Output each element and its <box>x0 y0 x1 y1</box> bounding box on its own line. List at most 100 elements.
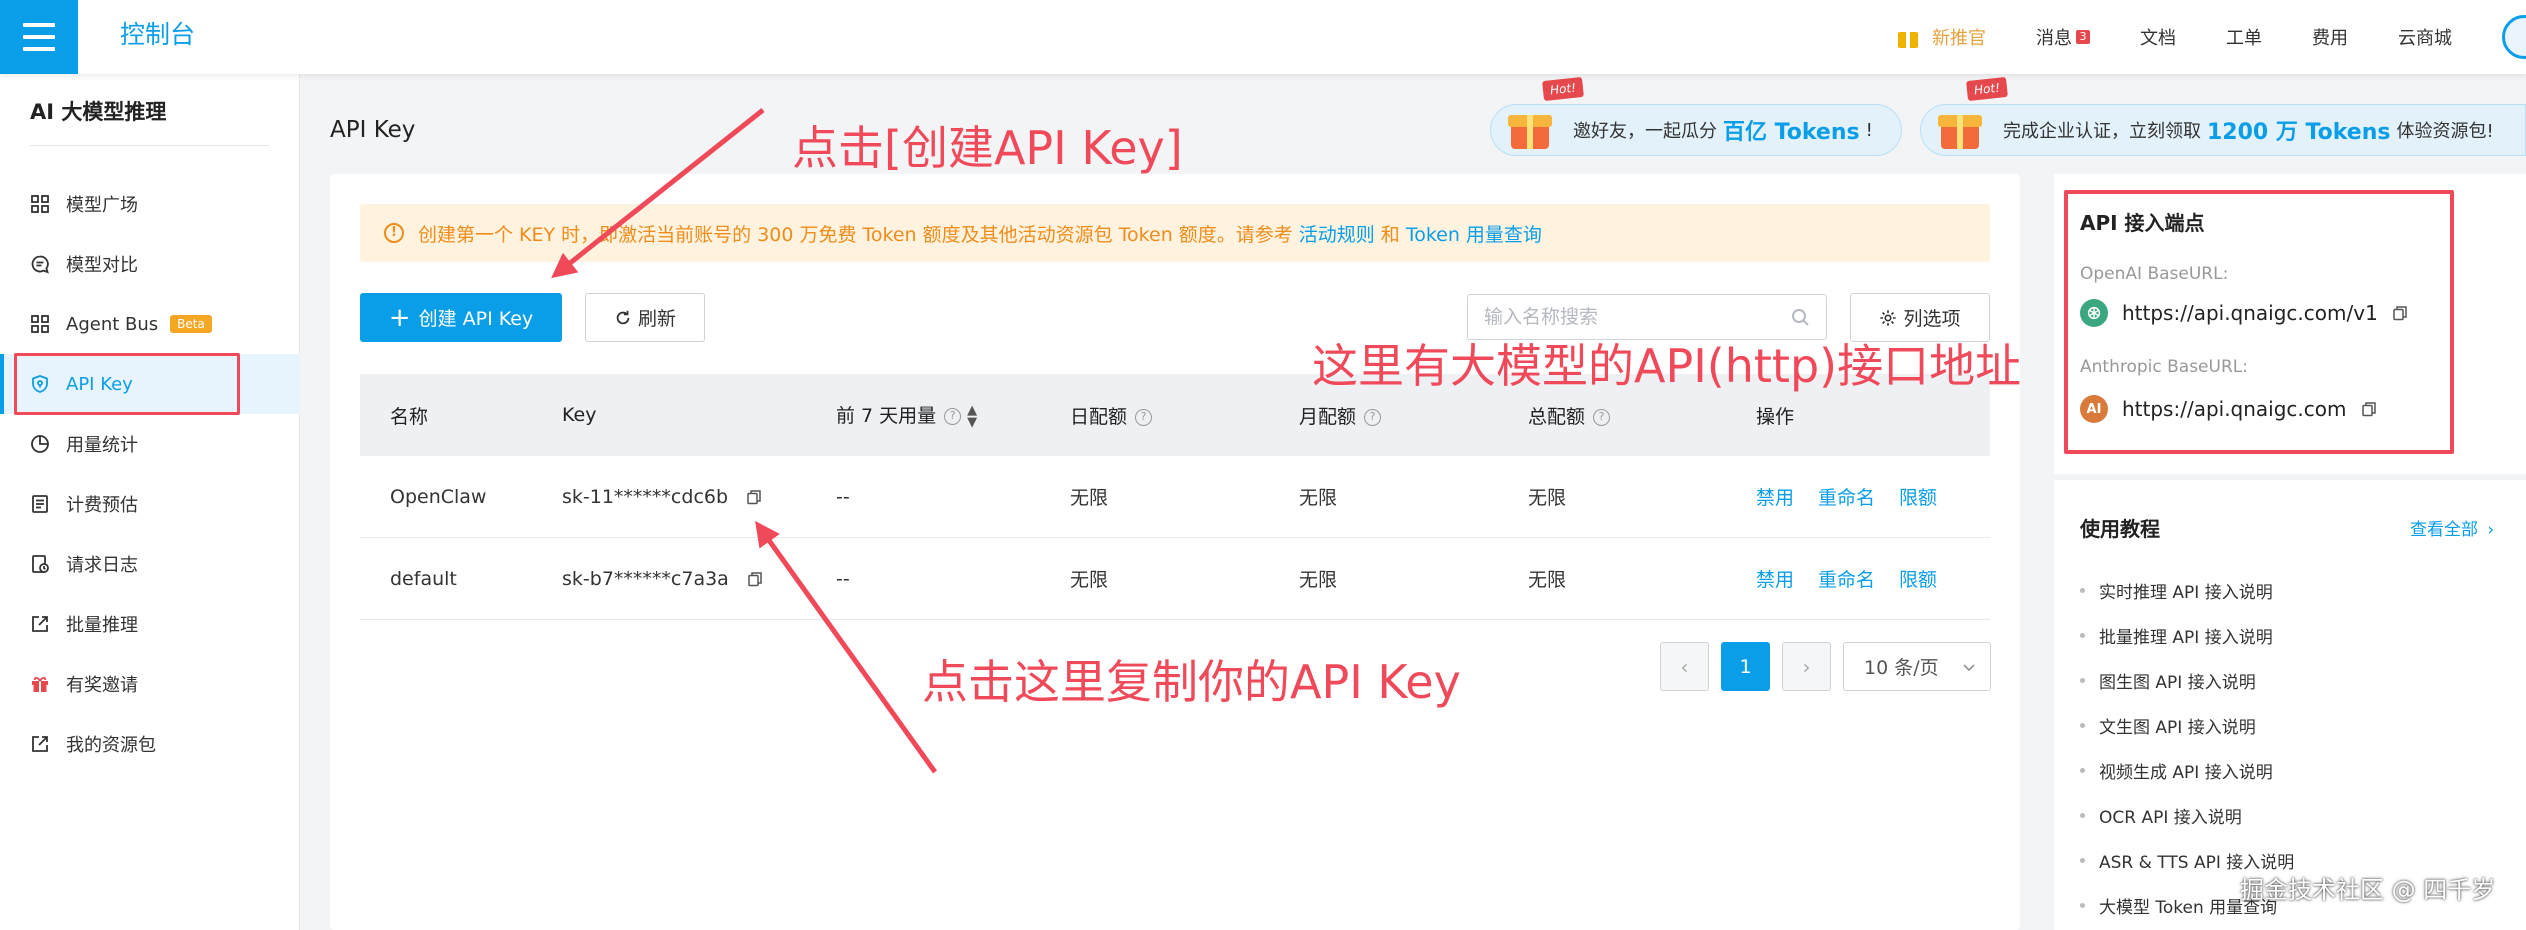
copy-icon[interactable] <box>2392 305 2408 321</box>
copy-icon[interactable] <box>2361 401 2377 417</box>
promo-enterprise-banner[interactable]: Hot! 完成企业认证，立刻领取 1200 万 Tokens 体验资源包! <box>1920 76 2526 156</box>
nav-messages[interactable]: 消息 3 <box>2036 24 2090 50</box>
create-api-key-button[interactable]: + 创建 API Key <box>360 293 562 342</box>
notice-banner: ! 创建第一个 KEY 时，即激活当前账号的 300 万免费 Token 额度及… <box>360 204 1990 262</box>
copy-icon[interactable] <box>747 571 763 587</box>
activity-rules-link[interactable]: 活动规则 <box>1299 220 1375 247</box>
sidebar-item-model-compare[interactable]: 模型对比 <box>0 234 300 294</box>
sidebar-item-referral-reward[interactable]: 有奖邀请 <box>0 654 300 714</box>
brand-title[interactable]: 控制台 <box>120 18 195 52</box>
table-row: default sk-b7******c7a3a -- 无限 无限 无限 禁用 重… <box>360 538 1990 620</box>
refresh-button[interactable]: 刷新 <box>585 293 705 342</box>
nav-tickets[interactable]: 工单 <box>2226 24 2262 50</box>
help-icon[interactable]: ? <box>1593 408 1611 426</box>
tutorial-link[interactable]: 批量推理 API 接入说明 <box>2080 613 2294 658</box>
document-icon <box>32 495 48 513</box>
key-name: OpenClaw <box>390 485 487 508</box>
total-quota-value: 无限 <box>1528 569 1567 591</box>
col-header-daily: 日配额? <box>1070 402 1153 429</box>
grid-icon <box>31 195 49 213</box>
endpoint-title: API 接入端点 <box>2080 211 2205 235</box>
sidebar: AI 大模型推理 模型广场 模型对比 Agent Bus Beta API Ke… <box>0 74 300 930</box>
help-icon[interactable]: ? <box>1364 408 1382 426</box>
clock-icon <box>32 555 49 573</box>
shield-icon <box>32 375 48 393</box>
nav-billing[interactable]: 费用 <box>2312 24 2348 50</box>
view-all-link[interactable]: 查看全部 › <box>2410 515 2494 540</box>
page-title: API Key <box>330 117 416 143</box>
page-number-button[interactable]: 1 <box>1721 642 1770 691</box>
nav-recommend[interactable]: 新推官 <box>1898 24 1986 50</box>
chevron-right-icon: › <box>2487 520 2495 540</box>
anthropic-baseurl-label: Anthropic BaseURL: <box>2080 357 2248 377</box>
sidebar-item-request-log[interactable]: 请求日志 <box>0 534 300 594</box>
col-header-usage[interactable]: 前 7 天用量? ▲ ▼ <box>836 401 977 429</box>
col-header-name: 名称 <box>390 405 429 428</box>
copy-icon[interactable] <box>746 489 762 505</box>
limit-button[interactable]: 限额 <box>1899 569 1937 591</box>
api-key-table: 名称 Key 前 7 天用量? ▲ ▼ 日配额? 月配额? 总配额? 操作 Open… <box>360 374 1990 620</box>
usage-value: -- <box>836 485 850 508</box>
sidebar-item-batch-inference[interactable]: 批量推理 <box>0 594 300 654</box>
export-icon <box>32 616 48 632</box>
export-icon <box>32 736 48 752</box>
sidebar-title: AI 大模型推理 <box>30 100 167 124</box>
promo-invite-banner[interactable]: Hot! 邀好友，一起瓜分 百亿 Tokens ! <box>1490 76 1902 156</box>
help-icon[interactable]: ? <box>1135 408 1153 426</box>
tutorial-link[interactable]: 文生图 API 接入说明 <box>2080 703 2294 748</box>
hot-badge: Hot! <box>1966 76 2008 102</box>
api-key-card: ! 创建第一个 KEY 时，即激活当前账号的 300 万免费 Token 额度及… <box>330 174 2020 930</box>
anthropic-endpoint-row: AI https://api.qnaigc.com <box>2080 395 2377 423</box>
key-name: default <box>390 567 457 590</box>
openai-logo-icon <box>2080 299 2108 327</box>
annotation-endpoint-hint: 这里有大模型的API(http)接口地址 <box>1312 339 2022 393</box>
rename-button[interactable]: 重命名 <box>1818 487 1875 509</box>
annotation-copy-hint: 点击这里复制你的API Key <box>922 655 1461 709</box>
sidebar-item-model-square[interactable]: 模型广场 <box>0 174 300 234</box>
sort-icon[interactable]: ▲ ▼ <box>967 404 977 429</box>
tutorial-link[interactable]: 图生图 API 接入说明 <box>2080 658 2294 703</box>
watermark: 掘金技术社区 @ 四千岁 <box>2240 876 2496 904</box>
sidebar-item-cost-estimate[interactable]: 计费预估 <box>0 474 300 534</box>
top-nav: 新推官 消息 3 文档 工单 费用 云商城 <box>1898 0 2526 74</box>
sidebar-item-api-key[interactable]: API Key <box>0 353 300 415</box>
sidebar-divider <box>30 145 269 146</box>
disable-button[interactable]: 禁用 <box>1756 487 1794 509</box>
gift-icon <box>32 676 48 692</box>
sidebar-item-usage-stats[interactable]: 用量统计 <box>0 414 300 474</box>
rename-button[interactable]: 重命名 <box>1818 569 1875 591</box>
tutorial-link[interactable]: 视频生成 API 接入说明 <box>2080 748 2294 793</box>
sidebar-item-my-resource-pack[interactable]: 我的资源包 <box>0 714 300 774</box>
row-actions: 禁用 重命名 限额 <box>1756 483 1961 510</box>
nav-docs[interactable]: 文档 <box>2140 24 2176 50</box>
anthropic-url: https://api.qnaigc.com <box>2122 397 2347 421</box>
monthly-quota-value: 无限 <box>1299 487 1338 509</box>
chevron-down-icon <box>1963 663 1975 671</box>
key-value: sk-b7******c7a3a <box>562 568 763 590</box>
anthropic-logo-icon: AI <box>2080 395 2108 423</box>
gear-icon <box>1880 309 1897 326</box>
messages-count-badge: 3 <box>2076 30 2090 44</box>
token-usage-link[interactable]: Token 用量查询 <box>1406 220 1542 247</box>
tutorial-link[interactable]: OCR API 接入说明 <box>2080 793 2294 838</box>
table-row: OpenClaw sk-11******cdc6b -- 无限 无限 无限 禁用… <box>360 456 1990 538</box>
daily-quota-value: 无限 <box>1070 569 1109 591</box>
total-quota-value: 无限 <box>1528 487 1567 509</box>
prev-page-button[interactable]: ‹ <box>1660 642 1709 691</box>
sidebar-item-agent-bus[interactable]: Agent Bus Beta <box>0 294 300 354</box>
openai-url: https://api.qnaigc.com/v1 <box>2122 301 2378 325</box>
page-size-select[interactable]: 10 条/页 <box>1843 642 1991 691</box>
key-value: sk-11******cdc6b <box>562 486 762 508</box>
help-icon[interactable]: ? <box>944 408 962 426</box>
beta-badge: Beta <box>170 315 212 333</box>
menu-toggle-button[interactable] <box>0 0 78 74</box>
avatar[interactable] <box>2502 15 2526 59</box>
limit-button[interactable]: 限额 <box>1899 487 1937 509</box>
nav-mall[interactable]: 云商城 <box>2398 24 2452 50</box>
tutorial-link[interactable]: 实时推理 API 接入说明 <box>2080 568 2294 613</box>
search-icon[interactable] <box>1790 307 1810 327</box>
disable-button[interactable]: 禁用 <box>1756 569 1794 591</box>
search-input[interactable] <box>1484 306 1790 328</box>
col-header-monthly: 月配额? <box>1299 402 1382 429</box>
next-page-button[interactable]: › <box>1782 642 1831 691</box>
